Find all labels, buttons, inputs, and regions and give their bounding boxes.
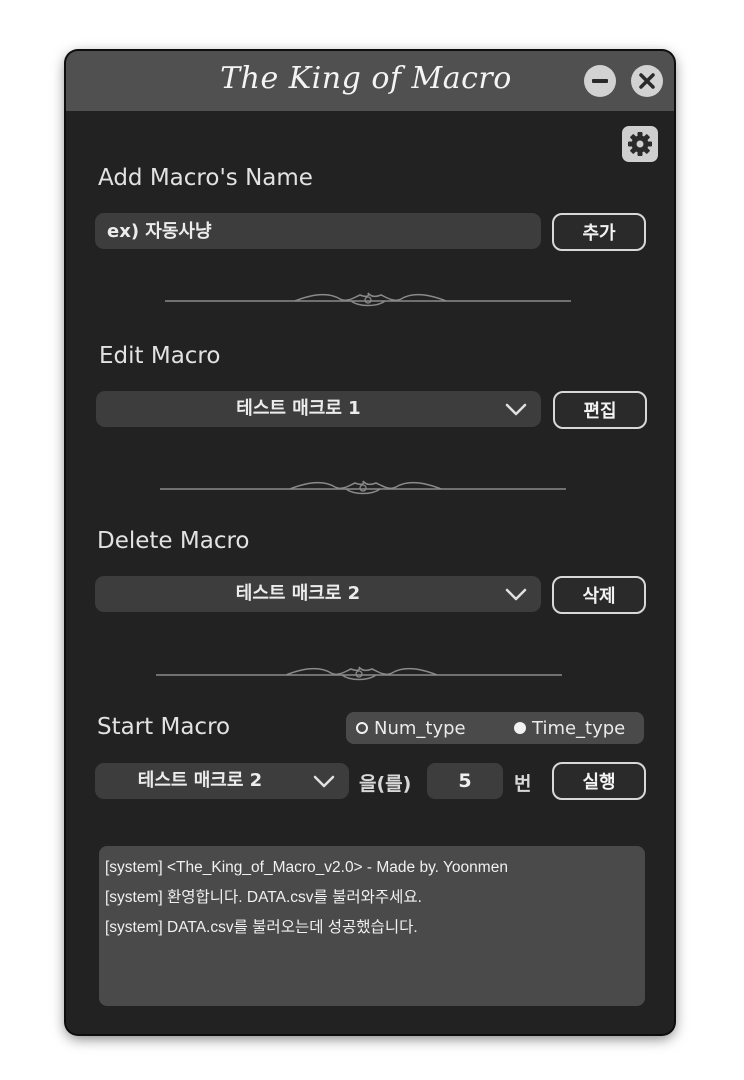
close-button[interactable] — [631, 65, 663, 97]
repeat-count-input[interactable]: 5 — [427, 763, 503, 799]
radio-num-type[interactable]: Num_type — [356, 712, 466, 744]
title-bar[interactable]: The King of Macro — [66, 51, 674, 111]
edit-macro-label: Edit Macro — [99, 343, 221, 369]
radio-time-type[interactable]: Time_type — [514, 712, 625, 744]
add-button[interactable]: 추가 — [552, 213, 646, 251]
ornament-divider — [165, 292, 571, 307]
radio-time-type-label: Time_type — [532, 717, 626, 739]
log-line: [system] DATA.csv를 불러오는데 성공했습니다. — [105, 919, 418, 936]
radio-unchecked-icon — [356, 722, 368, 734]
ornament-divider — [160, 480, 566, 495]
edit-button[interactable]: 편집 — [553, 391, 647, 429]
log-line: [system] <The_King_of_Macro_v2.0> - Made… — [105, 859, 508, 876]
macro-name-input[interactable] — [95, 213, 541, 249]
settings-button[interactable] — [622, 126, 658, 162]
start-macro-label: Start Macro — [97, 714, 231, 740]
window-title: The King of Macro — [220, 61, 512, 96]
chevron-down-icon — [313, 775, 335, 788]
object-particle: 을(를) — [359, 773, 412, 795]
minus-icon — [592, 79, 608, 83]
radio-num-type-label: Num_type — [374, 717, 466, 739]
delete-button[interactable]: 삭제 — [552, 576, 646, 614]
delete-macro-select[interactable]: 테스트 매크로 2 — [95, 576, 541, 612]
count-unit: 번 — [514, 773, 532, 795]
minimize-button[interactable] — [584, 65, 616, 97]
ornament-divider — [156, 666, 562, 681]
run-button[interactable]: 실행 — [552, 762, 646, 800]
macro-window: The King of Macro Add Macro's Name ex) 자… — [66, 51, 674, 1034]
mode-radio-group: Num_type Time_type — [346, 712, 644, 744]
chevron-down-icon — [505, 588, 527, 601]
system-log: [system] <The_King_of_Macro_v2.0> - Made… — [99, 846, 645, 1006]
edit-macro-select[interactable]: 테스트 매크로 1 — [96, 391, 541, 427]
chevron-down-icon — [505, 403, 527, 416]
edit-macro-selected: 테스트 매크로 1 — [236, 398, 361, 419]
start-macro-select[interactable]: 테스트 매크로 2 — [95, 763, 349, 799]
add-macro-label: Add Macro's Name — [98, 165, 313, 191]
gear-icon — [628, 132, 652, 156]
delete-macro-selected: 테스트 매크로 2 — [235, 583, 361, 604]
macro-name-field[interactable] — [95, 213, 541, 249]
delete-macro-label: Delete Macro — [97, 528, 250, 554]
log-line: [system] 환영합니다. DATA.csv를 불러와주세요. — [105, 889, 422, 906]
radio-checked-icon — [514, 722, 526, 734]
x-icon — [639, 73, 655, 89]
start-macro-selected: 테스트 매크로 2 — [137, 770, 263, 791]
